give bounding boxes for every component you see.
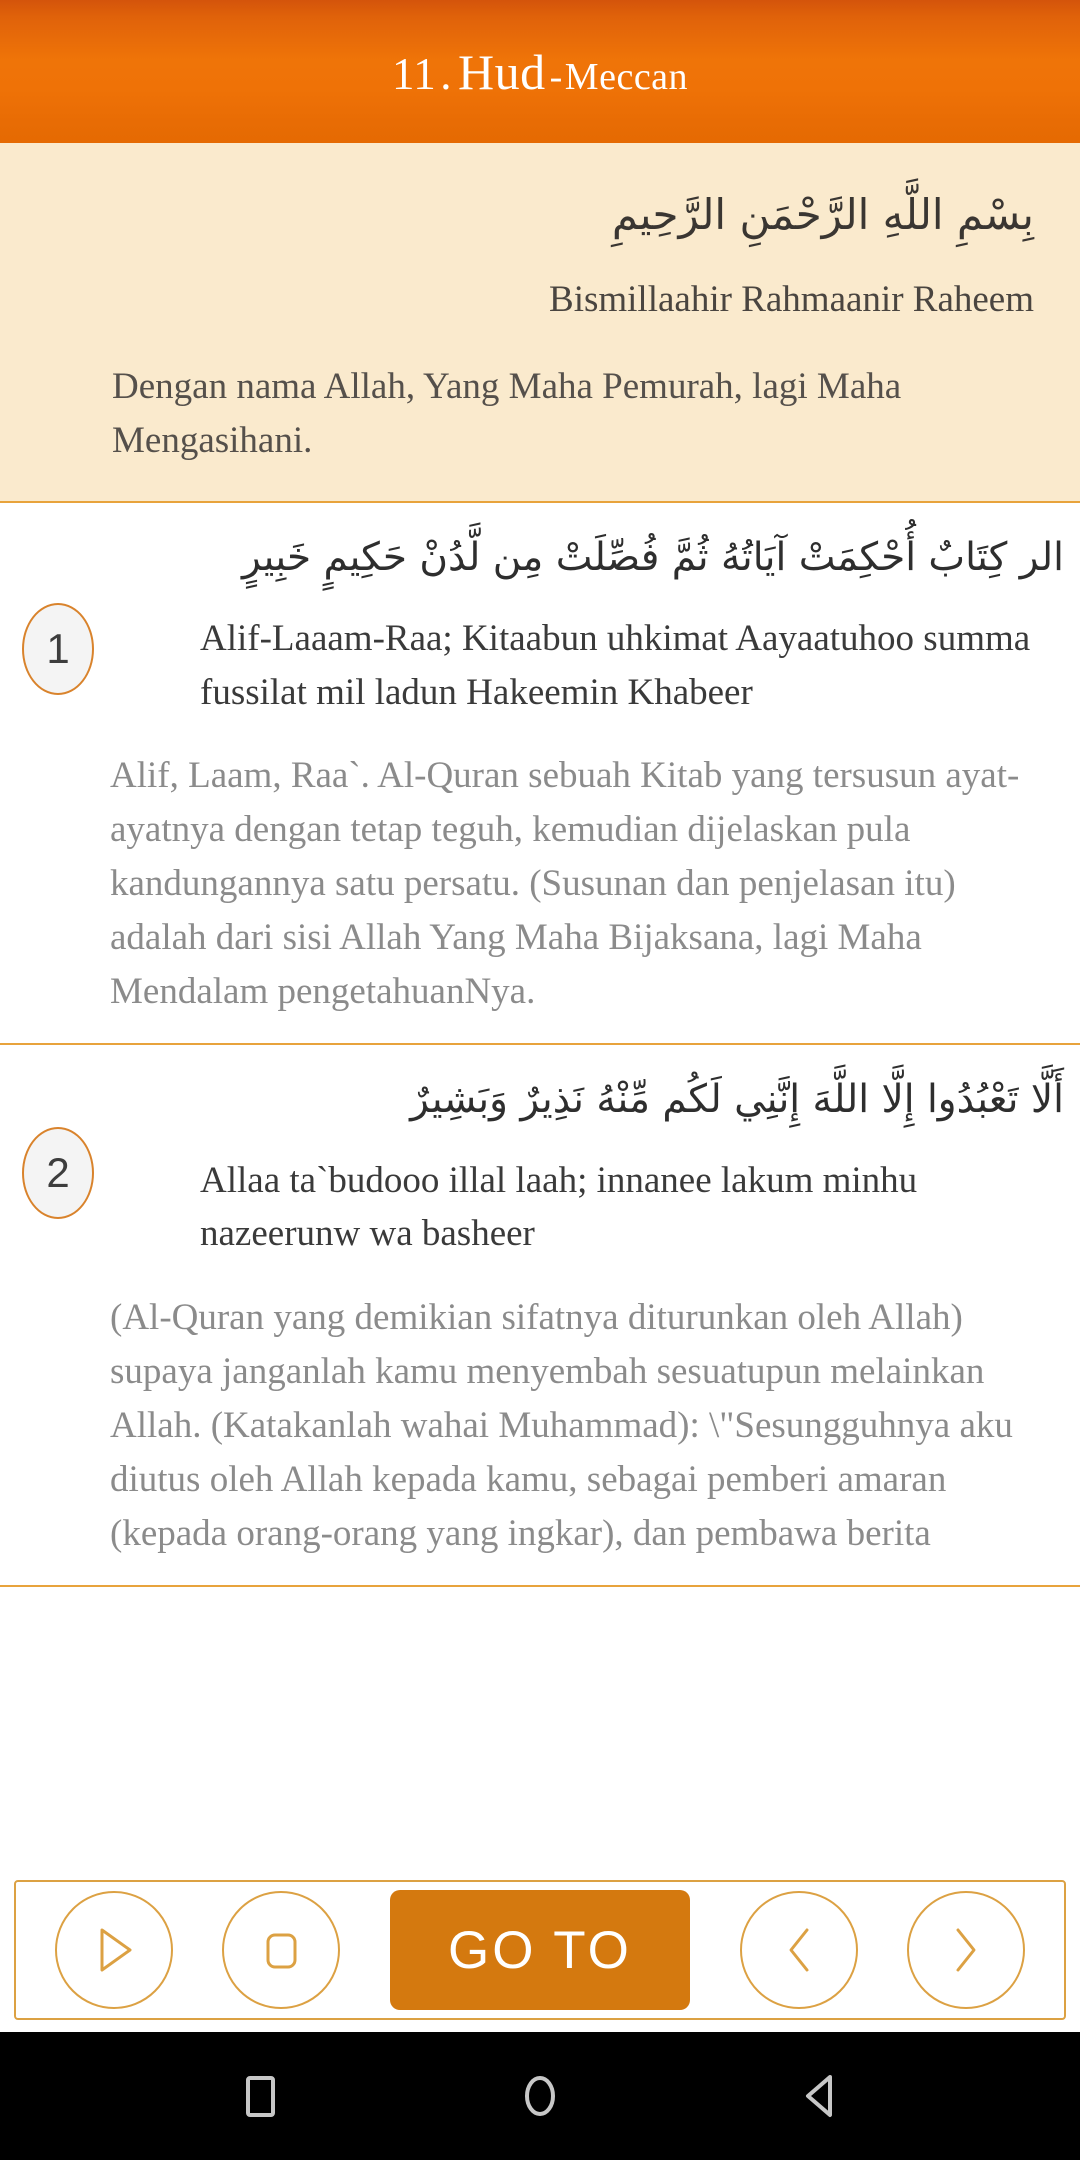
verse-number-badge: 2 xyxy=(22,1127,94,1220)
title-separator-dot: . xyxy=(440,48,453,99)
verse-arabic: أَلَّا تَعْبُدُوا إِلَّا اللَّهَ إِنَّنِ… xyxy=(410,1077,1064,1123)
bismillah-translation: Dengan nama Allah, Yang Maha Pemurah, la… xyxy=(112,366,902,461)
play-button[interactable] xyxy=(54,1891,173,2009)
bismillah-transliteration: Bismillaahir Rahmaanir Raheem xyxy=(549,278,1034,320)
surah-name: Hud xyxy=(458,43,546,100)
verse-translation: (Al-Quran yang demikian sifatnya diturun… xyxy=(110,1297,1013,1555)
play-icon xyxy=(100,1928,132,1972)
verse-arabic: الر كِتَابٌ أُحْكِمَتْ آيَاتُهُ ثُمَّ فُ… xyxy=(242,535,1064,581)
triangle-back-icon xyxy=(806,2075,832,2117)
app-header: 11 . Hud - Meccan xyxy=(0,0,1080,143)
goto-button[interactable]: GO TO xyxy=(389,1890,690,2010)
verse-number-badge: 1 xyxy=(22,603,94,696)
home-button[interactable] xyxy=(492,2048,588,2144)
quran-reader-screen: 11 . Hud - Meccan بِسْمِ اللَّهِ الرَّحْ… xyxy=(0,0,1080,2160)
page-title: 11 . Hud - Meccan xyxy=(392,47,688,97)
verse-transliteration: Alif-Laaam-Raa; Kitaabun uhkimat Aayaatu… xyxy=(200,617,1031,713)
circle-home-icon xyxy=(525,2076,555,2116)
next-button[interactable] xyxy=(907,1891,1026,2009)
square-recents-icon xyxy=(246,2076,275,2117)
android-navigation-bar xyxy=(0,2032,1080,2160)
stop-button[interactable] xyxy=(222,1891,341,2009)
back-button[interactable] xyxy=(772,2048,868,2144)
stop-icon xyxy=(266,1933,297,1969)
bismillah-block: بِسْمِ اللَّهِ الرَّحْمَنِ الرَّحِيمِ Bi… xyxy=(0,143,1080,504)
chevron-right-icon xyxy=(956,1928,976,1972)
revelation-type: Meccan xyxy=(564,55,689,98)
verse-item[interactable]: 1 الر كِتَابٌ أُحْكِمَتْ آيَاتُهُ ثُمَّ … xyxy=(0,503,1080,1046)
verse-item[interactable]: 2 أَلَّا تَعْبُدُوا إِلَّا اللَّهَ إِنَّ… xyxy=(0,1045,1080,1588)
title-dash: - xyxy=(549,55,563,98)
recents-button[interactable] xyxy=(212,2048,308,2144)
verse-scroll-area[interactable]: بِسْمِ اللَّهِ الرَّحْمَنِ الرَّحِيمِ Bi… xyxy=(0,143,1080,1880)
chevron-left-icon xyxy=(789,1928,809,1972)
bismillah-arabic: بِسْمِ اللَّهِ الرَّحْمَنِ الرَّحِيمِ xyxy=(611,190,1034,239)
previous-button[interactable] xyxy=(739,1891,858,2009)
surah-number: 11 xyxy=(391,48,437,99)
verse-transliteration: Allaa ta`budooo illal laah; innanee laku… xyxy=(200,1159,918,1255)
player-toolbar: GO TO xyxy=(14,1880,1066,2020)
verse-translation: Alif, Laam, Raa`. Al-Quran sebuah Kitab … xyxy=(110,755,1020,1013)
